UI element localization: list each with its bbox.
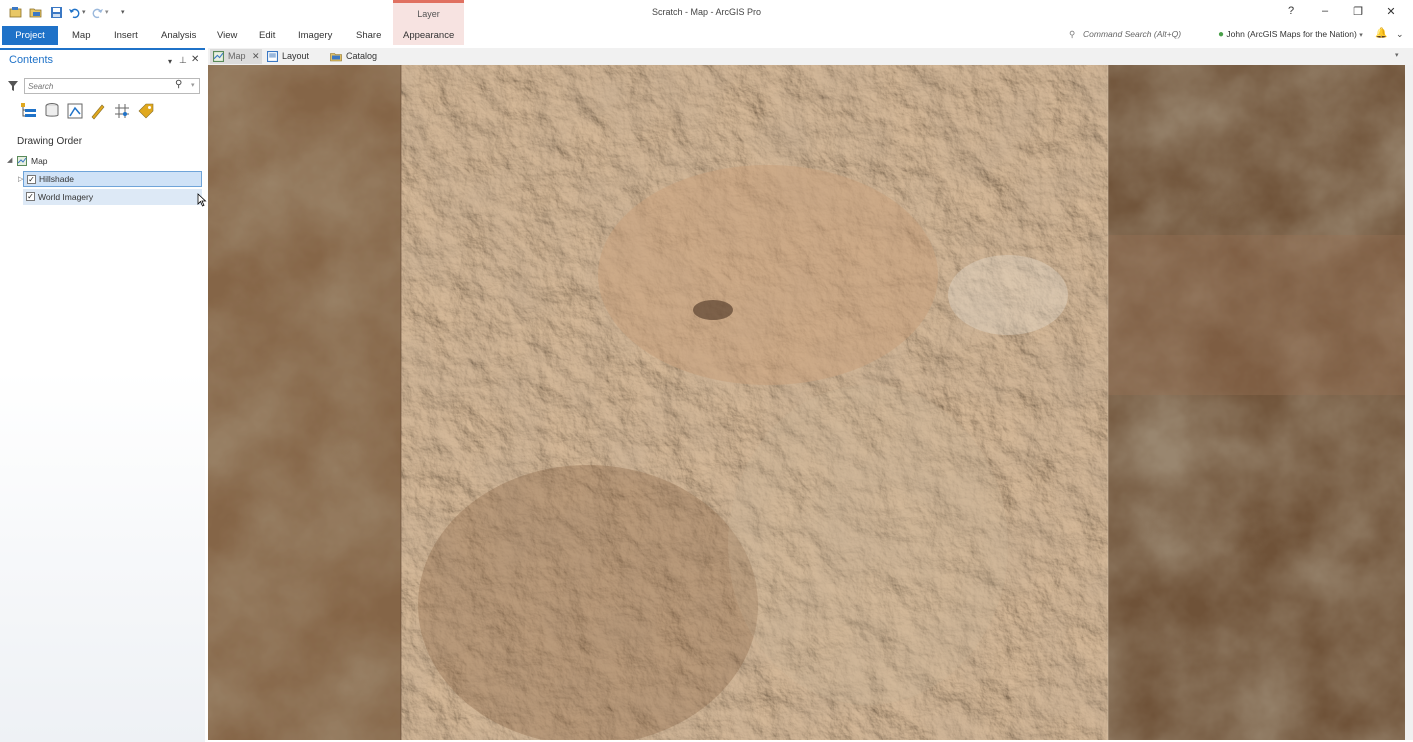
- user-name: John (ArcGIS Maps for the Nation): [1226, 29, 1357, 39]
- mouse-cursor-icon: [197, 193, 207, 207]
- layer-name: Hillshade: [39, 174, 74, 184]
- contents-search[interactable]: ⚲ ▾: [24, 78, 200, 94]
- tab-list-dropdown-icon[interactable]: ▾: [1395, 51, 1399, 59]
- list-by-editing-icon[interactable]: [89, 102, 107, 120]
- tab-appearance[interactable]: Appearance: [403, 29, 454, 43]
- search-dropdown-icon[interactable]: ▾: [191, 81, 195, 89]
- tab-view[interactable]: View: [217, 29, 237, 43]
- notifications-icon[interactable]: 🔔: [1375, 28, 1387, 39]
- map-icon: [213, 51, 224, 62]
- search-icon: ⚲: [1069, 29, 1076, 39]
- terrain-imagery: [208, 65, 1405, 740]
- drawing-order-heading: Drawing Order: [17, 136, 83, 147]
- tab-share[interactable]: Share: [356, 29, 381, 43]
- pin-icon[interactable]: ⊥: [179, 55, 187, 66]
- view-tabs: Map ✕ Layout Catalog ▾: [208, 48, 1413, 65]
- tab-insert[interactable]: Insert: [114, 29, 138, 43]
- list-by-labeling-icon[interactable]: [137, 102, 155, 120]
- expand-arrow-icon[interactable]: ▷: [18, 172, 23, 188]
- map-scrollbar[interactable]: [1405, 65, 1413, 740]
- list-by-snapping-icon[interactable]: [113, 102, 131, 120]
- layer-visibility-checkbox[interactable]: ✓: [27, 175, 36, 184]
- list-by-selection-icon[interactable]: [66, 102, 84, 120]
- close-tab-icon[interactable]: ✕: [252, 49, 260, 64]
- pane-options-icon[interactable]: ▾: [168, 57, 172, 66]
- contents-pane: Contents ▾ ⊥ ✕ ⚲ ▾ Drawing Order ◢ Map ▷…: [0, 48, 207, 742]
- collapse-arrow-icon[interactable]: ◢: [7, 153, 12, 169]
- layer-row-hillshade[interactable]: ▷ ✓ Hillshade: [18, 171, 202, 187]
- title-bar: ▾ ▾ ▾ Scratch - Map - ArcGIS Pro ? – ❐ ✕: [0, 0, 1413, 26]
- map-view[interactable]: [208, 65, 1405, 740]
- command-search[interactable]: ⚲ Command Search (Alt+Q): [1066, 26, 1206, 43]
- tab-edit[interactable]: Edit: [259, 29, 275, 43]
- view-tab-label: Layout: [282, 51, 310, 61]
- tab-analysis[interactable]: Analysis: [161, 29, 196, 43]
- map-icon: [17, 156, 27, 166]
- close-pane-icon[interactable]: ✕: [191, 54, 199, 65]
- user-account[interactable]: ● John (ArcGIS Maps for the Nation) ▾: [1218, 26, 1363, 43]
- contents-title: Contents: [9, 54, 54, 66]
- window-title: Scratch - Map - ArcGIS Pro: [651, 7, 762, 17]
- layer-row-world-imagery[interactable]: ✓ World Imagery: [23, 189, 202, 205]
- layer-visibility-checkbox[interactable]: ✓: [26, 192, 35, 201]
- tab-map-view[interactable]: Map ✕: [210, 49, 262, 64]
- filter-icon[interactable]: [8, 81, 18, 91]
- tab-map[interactable]: Map: [72, 29, 90, 43]
- search-icon[interactable]: ⚲: [175, 79, 182, 90]
- map-tree-node[interactable]: ◢ Map: [6, 153, 196, 169]
- contextual-group-label: Layer: [417, 9, 440, 19]
- user-status-icon: ●: [1218, 29, 1225, 40]
- tab-layout-view[interactable]: Layout: [267, 49, 322, 64]
- contents-pane-empty-area: [0, 370, 205, 742]
- restore-button[interactable]: ❐: [1348, 5, 1368, 18]
- view-tab-label: Catalog: [346, 51, 378, 61]
- layout-icon: [267, 51, 278, 62]
- close-button[interactable]: ✕: [1381, 5, 1401, 18]
- user-dropdown-icon: ▾: [1359, 32, 1363, 39]
- contents-search-input[interactable]: [28, 81, 168, 92]
- tab-imagery[interactable]: Imagery: [298, 29, 332, 43]
- layer-name: World Imagery: [38, 192, 94, 202]
- tab-catalog-view[interactable]: Catalog: [330, 49, 390, 64]
- catalog-icon: [330, 53, 342, 62]
- view-tab-label: Map: [228, 51, 246, 61]
- map-label: Map: [31, 156, 48, 166]
- minimize-button[interactable]: –: [1315, 5, 1335, 17]
- ribbon-tabs: Project Map Insert Analysis View Edit Im…: [0, 26, 1413, 46]
- list-by-source-icon[interactable]: [43, 102, 61, 120]
- help-button[interactable]: ?: [1281, 5, 1301, 17]
- ribbon-collapse-icon[interactable]: ⌄: [1396, 29, 1404, 40]
- tab-project[interactable]: Project: [2, 26, 58, 45]
- command-search-placeholder: Command Search (Alt+Q): [1083, 29, 1182, 39]
- list-by-drawing-order-icon[interactable]: [20, 102, 38, 120]
